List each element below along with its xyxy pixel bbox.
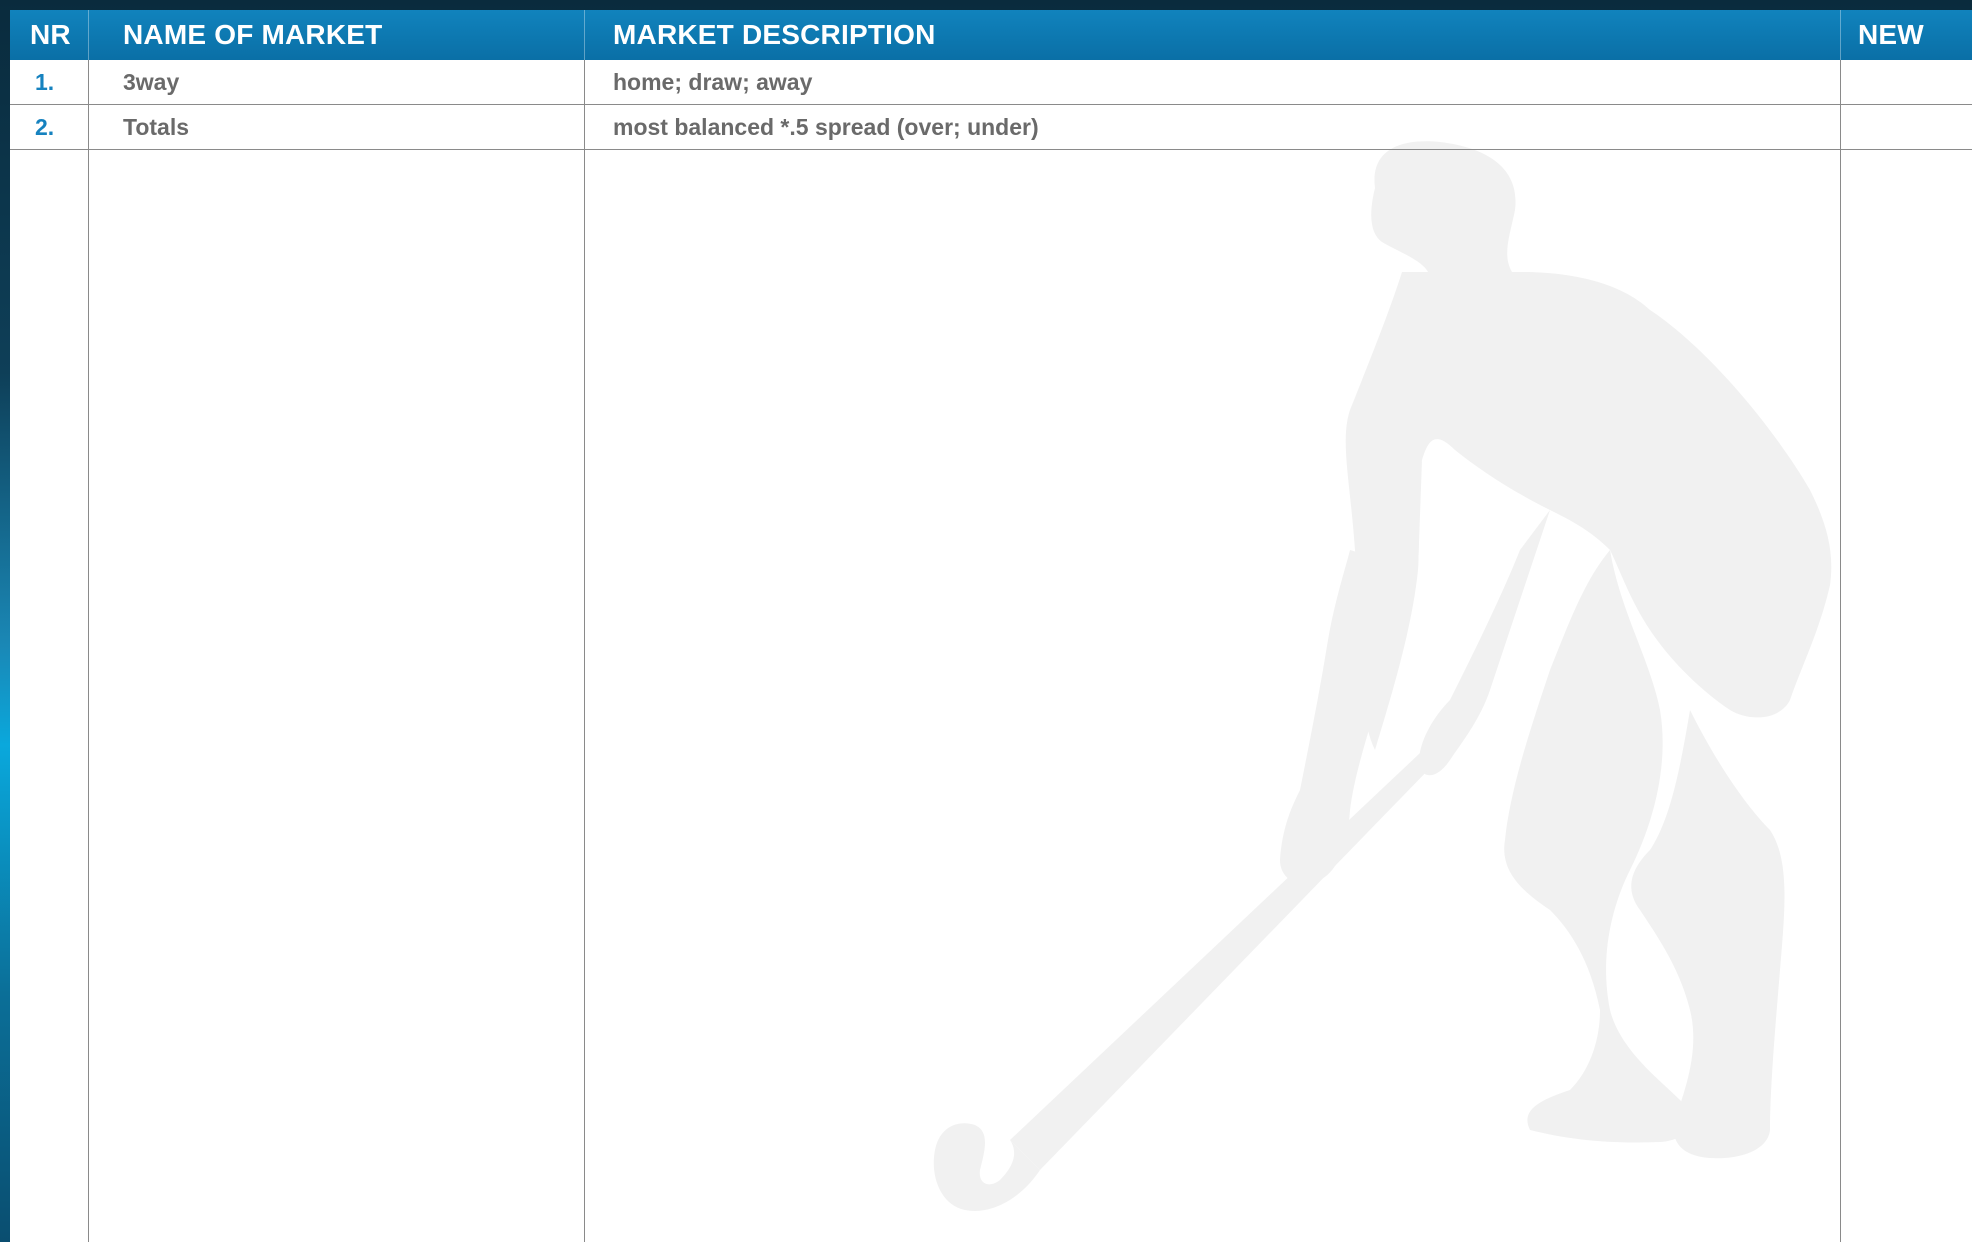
market-description: most balanced *.5 spread (over; under) — [613, 114, 1039, 140]
market-description: home; draw; away — [613, 69, 813, 95]
header-divider — [584, 10, 585, 60]
header-divider — [88, 10, 89, 60]
column-divider — [88, 60, 89, 1242]
header-divider — [1840, 10, 1841, 60]
market-name: 3way — [123, 69, 180, 95]
table-row: 2. Totals most balanced *.5 spread (over… — [10, 105, 1972, 150]
hockey-player-silhouette — [933, 141, 1832, 1211]
row-number: 1. — [35, 69, 55, 95]
column-header-nr: NR — [30, 19, 71, 50]
market-table-sheet: NR NAME OF MARKET MARKET DESCRIPTION NEW… — [10, 10, 1972, 1242]
column-divider — [584, 60, 585, 1242]
column-header-new: NEW — [1858, 19, 1924, 50]
page: NR NAME OF MARKET MARKET DESCRIPTION NEW… — [0, 0, 1972, 1242]
market-name: Totals — [123, 114, 190, 140]
column-header-name-of-market: NAME OF MARKET — [123, 19, 383, 50]
table-header: NR NAME OF MARKET MARKET DESCRIPTION NEW — [10, 10, 1972, 60]
table-row: 1. 3way home; draw; away — [10, 60, 1972, 105]
column-header-market-description: MARKET DESCRIPTION — [613, 19, 936, 50]
row-number: 2. — [35, 114, 55, 140]
column-divider — [1840, 60, 1841, 1242]
